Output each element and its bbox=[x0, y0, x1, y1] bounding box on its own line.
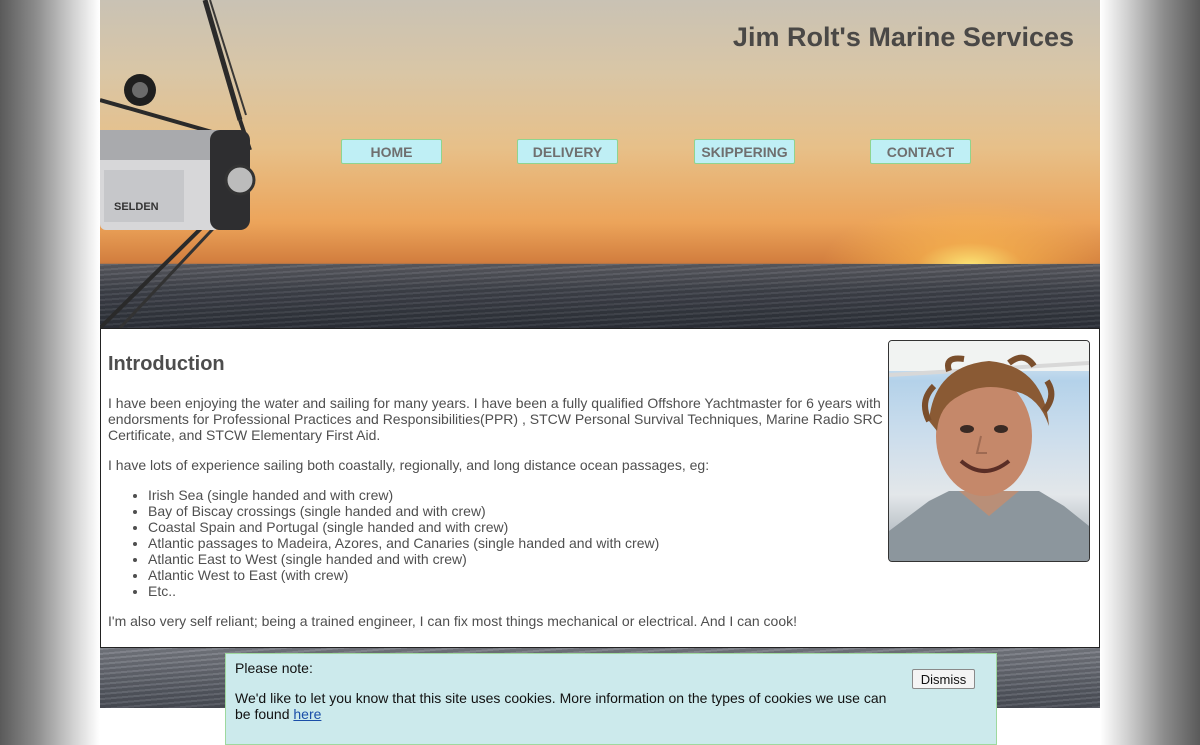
self-reliant-paragraph: I'm also very self reliant; being a trai… bbox=[108, 613, 798, 629]
list-item: Atlantic East to West (single handed and… bbox=[148, 551, 659, 567]
list-item: Coastal Spain and Portugal (single hande… bbox=[148, 519, 659, 535]
mast-rigging-image: SELDEN bbox=[100, 0, 256, 328]
list-item: Atlantic West to East (with crew) bbox=[148, 567, 659, 583]
cookie-message: We'd like to let you know that this site… bbox=[235, 690, 887, 722]
nav-contact-button[interactable]: CONTACT bbox=[870, 139, 971, 164]
cookie-text: We'd like to let you know that this site… bbox=[235, 690, 905, 722]
boom-brand-label: SELDEN bbox=[114, 201, 159, 213]
section-heading: Introduction bbox=[108, 353, 225, 375]
nav-delivery-button[interactable]: DELIVERY bbox=[517, 139, 618, 164]
cookie-banner: Please note: We'd like to let you know t… bbox=[225, 653, 997, 745]
nav-skippering-button[interactable]: SKIPPERING bbox=[694, 139, 795, 164]
cookie-more-info-link[interactable]: here bbox=[293, 706, 321, 722]
cookie-title: Please note: bbox=[235, 660, 313, 676]
list-item: Etc.. bbox=[148, 583, 659, 599]
site-title: Jim Rolt's Marine Services bbox=[732, 22, 1074, 52]
list-item: Atlantic passages to Madeira, Azores, an… bbox=[148, 535, 659, 551]
hero-banner: SELDEN Jim Rolt's Marine Services HOME D… bbox=[100, 0, 1100, 328]
page: SELDEN Jim Rolt's Marine Services HOME D… bbox=[100, 0, 1100, 708]
intro-paragraph: I have been enjoying the water and saili… bbox=[108, 395, 883, 443]
list-item: Irish Sea (single handed and with crew) bbox=[148, 487, 659, 503]
experience-paragraph: I have lots of experience sailing both c… bbox=[108, 457, 710, 473]
passages-list: Irish Sea (single handed and with crew) … bbox=[148, 487, 659, 599]
list-item: Bay of Biscay crossings (single handed a… bbox=[148, 503, 659, 519]
portrait-photo bbox=[888, 340, 1090, 562]
main-content: Introduction I have been enjoying the wa… bbox=[100, 328, 1100, 648]
nav-home-button[interactable]: HOME bbox=[341, 139, 442, 164]
dismiss-button[interactable]: Dismiss bbox=[912, 669, 975, 689]
